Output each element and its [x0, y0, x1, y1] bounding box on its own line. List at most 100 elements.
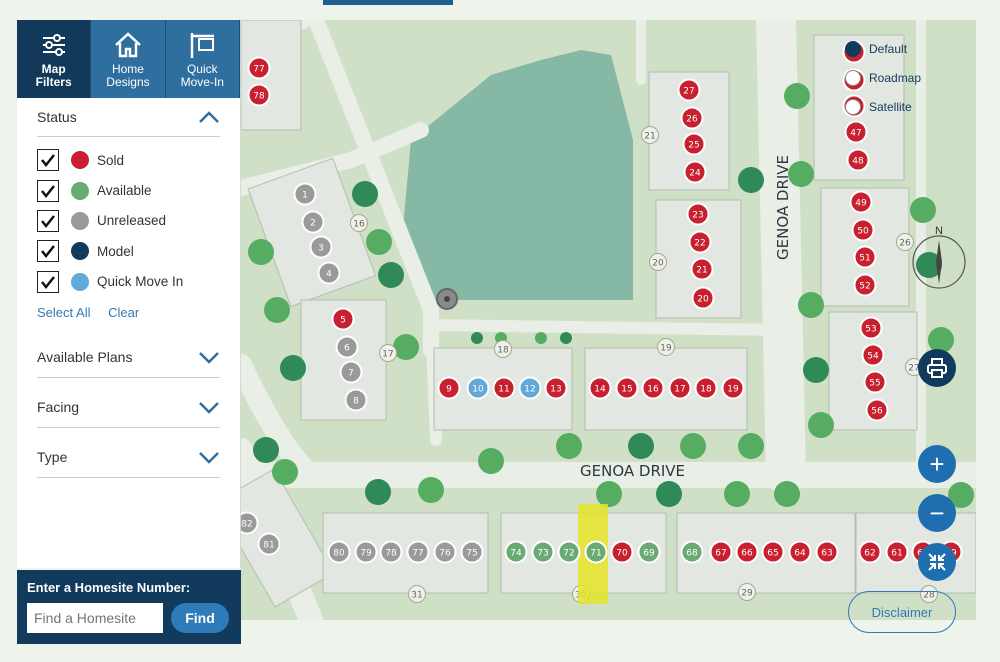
- lot-marker-6[interactable]: 6: [335, 335, 359, 359]
- lot-marker-63[interactable]: 63: [815, 540, 839, 564]
- status-filter-unreleased[interactable]: Unreleased: [37, 206, 220, 236]
- lot-marker-20[interactable]: 20: [691, 286, 715, 310]
- lot-marker-52[interactable]: 52: [853, 273, 877, 297]
- available-plans-section[interactable]: Available Plans: [37, 328, 220, 378]
- lot-marker-22[interactable]: 22: [688, 230, 712, 254]
- lot-marker-69[interactable]: 69: [637, 540, 661, 564]
- checkbox[interactable]: [37, 270, 59, 293]
- lot-marker-24[interactable]: 24: [683, 160, 707, 184]
- lot-marker-17[interactable]: 17: [668, 376, 692, 400]
- lot-marker-81[interactable]: 81: [257, 532, 281, 556]
- lot-marker-73[interactable]: 73: [531, 540, 555, 564]
- checkbox[interactable]: [37, 179, 59, 202]
- lot-marker-76[interactable]: 76: [433, 540, 457, 564]
- nav-map-filters[interactable]: Map Filters: [17, 20, 92, 98]
- status-filter-quick-move-in[interactable]: Quick Move In: [37, 267, 220, 297]
- chevron-down-icon[interactable]: [198, 350, 220, 365]
- lot-marker-3[interactable]: 3: [309, 235, 333, 259]
- chevron-down-icon[interactable]: [198, 400, 220, 415]
- lot-marker-67[interactable]: 67: [709, 540, 733, 564]
- lot-marker-54[interactable]: 54: [861, 343, 885, 367]
- lot-marker-53[interactable]: 53: [859, 316, 883, 340]
- lot-marker-78[interactable]: 78: [247, 83, 271, 107]
- lot-marker-68[interactable]: 68: [680, 540, 704, 564]
- lot-marker-56[interactable]: 56: [865, 398, 889, 422]
- lot-marker-15[interactable]: 15: [615, 376, 639, 400]
- lot-marker-80[interactable]: 80: [327, 540, 351, 564]
- lot-marker-66[interactable]: 66: [735, 540, 759, 564]
- collapse-fullscreen-button[interactable]: [918, 543, 956, 581]
- lot-marker-13[interactable]: 13: [544, 376, 568, 400]
- status-filter-sold[interactable]: Sold: [37, 145, 220, 175]
- status-filter-model[interactable]: Model: [37, 236, 220, 266]
- status-filter-available[interactable]: Available: [37, 175, 220, 205]
- radio-icon[interactable]: [845, 69, 861, 86]
- lot-marker-61[interactable]: 61: [885, 540, 909, 564]
- lot-marker-79[interactable]: 79: [354, 540, 378, 564]
- zoom-in-button[interactable]: +: [918, 445, 956, 483]
- lot-marker-51[interactable]: 51: [853, 245, 877, 269]
- lot-marker-2[interactable]: 2: [301, 210, 325, 234]
- lot-marker-12[interactable]: 12: [518, 376, 542, 400]
- lot-marker-23[interactable]: 23: [686, 202, 710, 226]
- lot-marker-50[interactable]: 50: [851, 218, 875, 242]
- lot-marker-55[interactable]: 55: [863, 370, 887, 394]
- lot-marker-14[interactable]: 14: [588, 376, 612, 400]
- zoom-out-button[interactable]: −: [918, 494, 956, 532]
- chevron-up-icon[interactable]: [198, 110, 220, 124]
- checkbox[interactable]: [37, 209, 59, 232]
- lot-marker-71[interactable]: 71: [584, 540, 608, 564]
- lot-marker-5[interactable]: 5: [331, 307, 355, 331]
- lot-marker-82[interactable]: 82: [241, 511, 259, 535]
- lot-marker-47[interactable]: 47: [844, 120, 868, 144]
- disclaimer-button[interactable]: Disclaimer: [848, 591, 956, 633]
- lot-marker-4[interactable]: 4: [317, 261, 341, 285]
- tree: [253, 437, 279, 463]
- lot-marker-62[interactable]: 62: [858, 540, 882, 564]
- chevron-down-icon[interactable]: [198, 450, 220, 465]
- lot-marker-7[interactable]: 7: [339, 360, 363, 384]
- lot-marker-77[interactable]: 77: [406, 540, 430, 564]
- lot-marker-48[interactable]: 48: [846, 148, 870, 172]
- lot-marker-27[interactable]: 27: [677, 78, 701, 102]
- map-type-selector: Default Roadmap Satellite: [845, 34, 921, 121]
- select-all-link[interactable]: Select All: [37, 305, 90, 320]
- lot-marker-74[interactable]: 74: [504, 540, 528, 564]
- nav-quick-move-in[interactable]: Quick Move-In: [165, 20, 240, 98]
- lot-marker-77[interactable]: 77: [247, 56, 271, 80]
- lot-marker-65[interactable]: 65: [761, 540, 785, 564]
- lot-marker-18[interactable]: 18: [694, 376, 718, 400]
- lot-marker-25[interactable]: 25: [682, 132, 706, 156]
- lot-marker-26[interactable]: 26: [680, 106, 704, 130]
- lot-marker-64[interactable]: 64: [788, 540, 812, 564]
- lot-marker-16[interactable]: 16: [641, 376, 665, 400]
- radio-selected-icon[interactable]: [845, 40, 861, 57]
- print-button[interactable]: [918, 349, 956, 387]
- map-type-roadmap[interactable]: Roadmap: [845, 63, 921, 92]
- facing-section[interactable]: Facing: [37, 378, 220, 428]
- lot-marker-75[interactable]: 75: [460, 540, 484, 564]
- map-type-default[interactable]: Default: [845, 34, 921, 63]
- radio-icon[interactable]: [845, 98, 861, 115]
- lot-marker-8[interactable]: 8: [344, 388, 368, 412]
- lot-marker-19[interactable]: 19: [721, 376, 745, 400]
- lot-marker-70[interactable]: 70: [610, 540, 634, 564]
- map-type-satellite[interactable]: Satellite: [845, 92, 921, 121]
- lot-marker-11[interactable]: 11: [492, 376, 516, 400]
- lot-marker-72[interactable]: 72: [557, 540, 581, 564]
- lot-marker-1[interactable]: 1: [293, 182, 317, 206]
- checkbox[interactable]: [37, 240, 59, 263]
- lot-marker-21[interactable]: 21: [690, 257, 714, 281]
- lot-marker-49[interactable]: 49: [849, 190, 873, 214]
- tree: [393, 334, 419, 360]
- lot-marker-9[interactable]: 9: [437, 376, 461, 400]
- lot-marker-10[interactable]: 10: [466, 376, 490, 400]
- type-section[interactable]: Type: [37, 428, 220, 478]
- checkbox[interactable]: [37, 149, 59, 172]
- find-button[interactable]: Find: [171, 603, 229, 633]
- clear-link[interactable]: Clear: [108, 305, 139, 320]
- status-header[interactable]: Status: [37, 98, 220, 136]
- nav-home-designs[interactable]: Home Designs: [91, 20, 166, 98]
- lot-marker-78[interactable]: 78: [379, 540, 403, 564]
- homesite-input[interactable]: [27, 603, 163, 633]
